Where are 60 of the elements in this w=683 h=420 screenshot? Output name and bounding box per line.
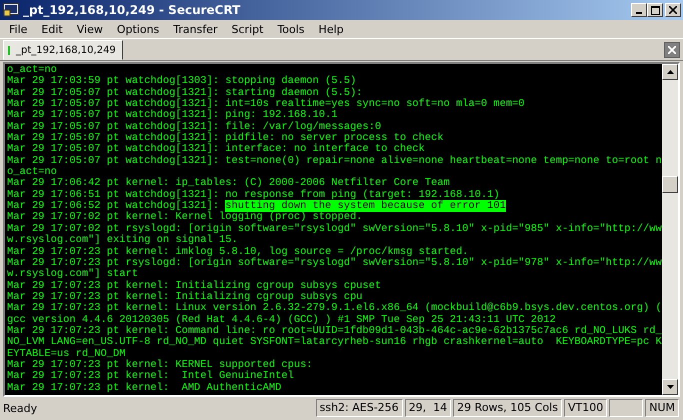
terminal-line: w.rsyslog.com"] start bbox=[7, 268, 138, 280]
menu-item[interactable]: Script bbox=[224, 22, 270, 36]
terminal-line: o_act=no bbox=[7, 64, 57, 76]
menu-item[interactable]: Options bbox=[110, 22, 166, 36]
menu-item[interactable]: View bbox=[70, 22, 110, 36]
maximize-button[interactable] bbox=[647, 3, 663, 17]
terminal-line: Mar 29 17:07:23 pt kernel: KERNEL supported cpus: bbox=[7, 358, 313, 371]
terminal-line: Mar 29 17:06:52 pt watchdog[1321]: bbox=[7, 200, 220, 212]
terminal-line: NO_LVM LANG=en_US.UTF-8 rd_NO_MD quiet SYSFONT=latarcyrheb-sun16 rhgb crashkernel=auto KEYBOARDTYPE=pc K bbox=[7, 336, 662, 348]
terminal-line: Mar 29 17:06:42 pt kernel: ip_tables: (C) 2000-2006 Netfilter Core Team bbox=[7, 177, 450, 190]
terminal-line: Mar 29 17:05:07 pt watchdog[1321]: test=none(0) repair=none alive=none heartbeat=none temp=none to=root n bbox=[7, 154, 662, 167]
status-text: ssh2: AES-256 bbox=[316, 399, 403, 417]
window-title: _pt_192,168,10,249 - SecureCRT bbox=[23, 3, 240, 17]
down-arrow-icon bbox=[666, 385, 674, 389]
terminal-line: Mar 29 17:05:07 pt watchdog[1321]: pidfile: no server process to check bbox=[7, 132, 444, 144]
scrollbar-thumb[interactable] bbox=[662, 176, 678, 193]
terminal-line: Mar 29 17:07:02 pt kernel: Kernel logging (proc) stopped. bbox=[7, 211, 362, 224]
menu-item[interactable]: Edit bbox=[34, 22, 70, 36]
terminal-line: EYTABLE=us rd_NO_DM bbox=[7, 348, 126, 360]
status-panel bbox=[609, 399, 644, 417]
terminal-line: Mar 29 17:05:07 pt watchdog[1321]: starting daemon (5.5): bbox=[7, 86, 362, 99]
scroll-up-button[interactable] bbox=[662, 64, 678, 80]
status-text: NUM bbox=[645, 399, 679, 417]
terminal-line: Mar 29 17:07:23 pt kernel: imklog 5.8.10, log source = /proc/kmsg started. bbox=[7, 246, 468, 258]
terminal-line: Mar 29 17:05:07 pt watchdog[1321]: file: /var/log/messages:0 bbox=[7, 120, 382, 133]
terminal-line: Mar 29 17:07:23 pt kernel: Initializing cgroup subsys cpu bbox=[7, 290, 362, 303]
up-arrow-icon bbox=[666, 70, 674, 74]
close-icon bbox=[668, 46, 676, 54]
scroll-down-button[interactable] bbox=[662, 379, 678, 395]
menu-item[interactable]: Help bbox=[312, 22, 351, 36]
vertical-scrollbar[interactable] bbox=[662, 64, 678, 395]
minimize-button[interactable] bbox=[631, 3, 647, 17]
menu-item[interactable]: File bbox=[2, 22, 34, 36]
terminal-line: Mar 29 17:07:23 pt kernel: Intel GenuineIntel bbox=[7, 370, 294, 382]
terminal-line: Mar 29 17:05:07 pt watchdog[1321]: ping: 192.168.10.1 bbox=[7, 109, 338, 122]
close-button[interactable] bbox=[665, 3, 681, 17]
status-text: VT100 bbox=[564, 399, 608, 417]
status-text: 29 Rows, 105 Cols bbox=[453, 399, 562, 417]
terminal-line: Mar 29 17:03:59 pt watchdog[1303]: stopping daemon (5.5) bbox=[7, 75, 356, 88]
terminal-line: gcc version 4.4.6 20120305 (Red Hat 4.4.6-4) (GCC) ) #1 SMP Tue Sep 25 21:43:11 UTC 2012 bbox=[7, 314, 556, 326]
terminal-line: Mar 29 17:05:07 pt watchdog[1321]: interface: no interface to check bbox=[7, 143, 425, 156]
close-tab-button[interactable] bbox=[664, 42, 680, 58]
terminal-line: Mar 29 17:05:07 pt watchdog[1321]: int=10s realtime=yes sync=no soft=no mla=0 mem=0 bbox=[7, 98, 525, 110]
session-tab[interactable]: _pt_192,168,10,249 bbox=[3, 40, 123, 60]
menu-item[interactable]: Tools bbox=[270, 22, 312, 36]
terminal-line: Mar 29 17:07:23 pt kernel: Linux version 2.6.32-279.9.1.el6.x86_64 (mockbuild@c6b9.bsys.dev.centos.org) ( bbox=[7, 302, 662, 314]
highlighted-text: shutting down the system because of error 101 bbox=[225, 200, 506, 212]
status-text: Ready bbox=[3, 402, 38, 414]
terminal-line: Mar 29 17:07:23 pt kernel: Command line: ro root=UUID=1fdb09d1-043b-464c-ac9e-62b1375c7ac6 rd_NO_LUKS rd_ bbox=[7, 324, 662, 337]
menu-item[interactable]: Transfer bbox=[166, 22, 225, 36]
maximize-icon bbox=[650, 6, 660, 14]
terminal-line: Mar 29 17:07:02 pt rsyslogd: [origin software="rsyslogd" swVersion="5.8.10" x-pid="985" x-info="http://ww bbox=[7, 222, 662, 235]
terminal-line: Mar 29 17:07:23 pt kernel: AMD AuthenticAMD bbox=[7, 382, 282, 394]
terminal-line: Mar 29 17:07:23 pt rsyslogd: [origin software="rsyslogd" swVersion="5.8.10" x-pid="978" x-info="http://ww bbox=[7, 256, 662, 269]
status-text: 29, 14 bbox=[404, 399, 452, 417]
terminal-line: Mar 29 17:07:23 pt kernel: Initializing cgroup subsys cpuset bbox=[7, 280, 382, 292]
terminal-line: w.rsyslog.com"] exiting on signal 15. bbox=[7, 234, 238, 246]
terminal-line: Mar 29 17:06:51 pt watchdog[1321]: no response from ping (target: 192.168.10.1) bbox=[7, 188, 500, 201]
terminal-line: o_act=no bbox=[7, 166, 57, 178]
close-icon bbox=[669, 6, 677, 14]
